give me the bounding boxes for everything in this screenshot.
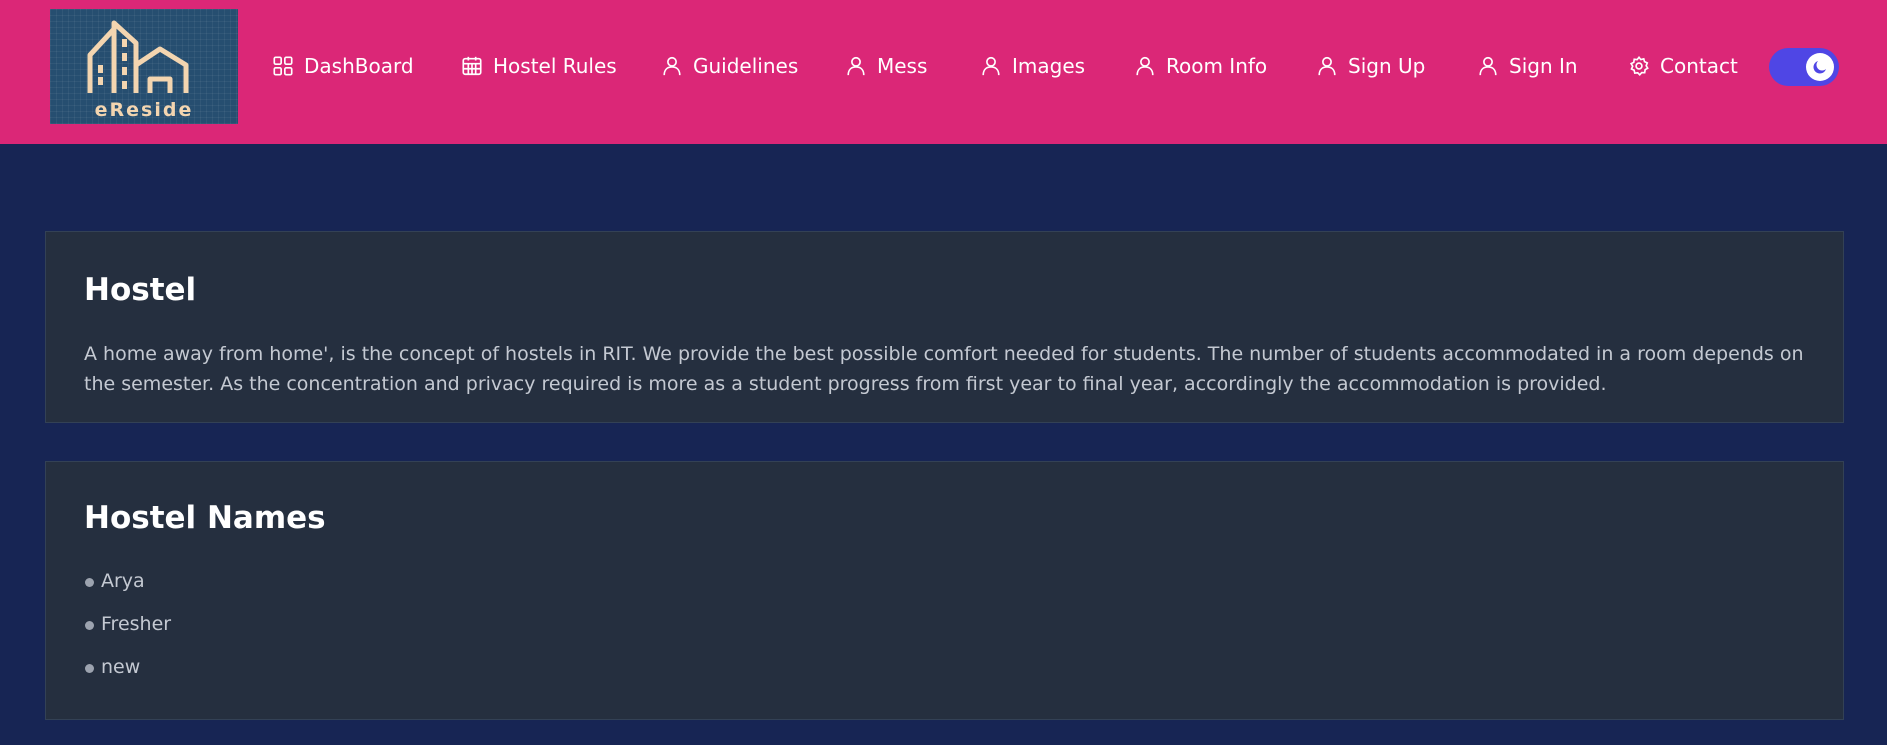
dashboard-grid-icon	[273, 56, 293, 76]
nav-item-label: Contact	[1660, 54, 1738, 78]
main-nav: DashBoard Hostel Rules Guidelines Mess I…	[0, 0, 1887, 132]
calendar-icon	[462, 56, 482, 76]
hostel-info-title: Hostel	[84, 272, 197, 308]
user-icon	[982, 56, 1000, 76]
user-icon	[663, 56, 681, 76]
nav-item-label: Guidelines	[693, 54, 799, 78]
user-icon	[1318, 56, 1336, 76]
nav-item-label: Sign Up	[1348, 54, 1426, 78]
user-icon	[1479, 56, 1497, 76]
hostel-names-card: Hostel Names Arya Fresher new	[45, 461, 1844, 720]
list-item: new	[84, 654, 171, 697]
hostel-info-description: A home away from home', is the concept o…	[84, 343, 1804, 395]
nav-item-contact[interactable]: Contact	[1628, 50, 1738, 82]
nav-item-label: Sign In	[1509, 54, 1578, 78]
nav-item-images[interactable]: Images	[980, 50, 1085, 82]
nav-item-guidelines[interactable]: Guidelines	[661, 50, 798, 82]
toggle-knob	[1806, 53, 1834, 81]
nav-item-sign-in[interactable]: Sign In	[1477, 50, 1578, 82]
nav-item-sign-up[interactable]: Sign Up	[1316, 50, 1425, 82]
hostel-names-title: Hostel Names	[84, 500, 326, 536]
hostel-info-card: Hostel A home away from home', is the co…	[45, 231, 1844, 423]
nav-item-hostel-rules[interactable]: Hostel Rules	[461, 50, 617, 82]
nav-item-room-info[interactable]: Room Info	[1134, 50, 1267, 82]
gear-icon	[1629, 55, 1649, 76]
nav-item-dashboard[interactable]: DashBoard	[272, 50, 414, 82]
top-navbar: eReside DashBoard Hostel Rules Guideline…	[0, 0, 1887, 144]
user-icon	[847, 56, 865, 76]
moon-icon	[1813, 61, 1826, 74]
theme-toggle[interactable]	[1769, 48, 1839, 86]
user-icon	[1136, 56, 1154, 76]
nav-item-mess[interactable]: Mess	[845, 50, 927, 82]
list-item: Fresher	[84, 611, 171, 654]
nav-item-label: Mess	[877, 54, 928, 78]
nav-item-label: Hostel Rules	[493, 54, 617, 78]
nav-item-label: Images	[1012, 54, 1086, 78]
nav-item-label: Room Info	[1166, 54, 1268, 78]
nav-item-label: DashBoard	[304, 54, 414, 78]
hostel-names-list: Arya Fresher new	[84, 568, 171, 697]
list-item: Arya	[84, 568, 171, 611]
